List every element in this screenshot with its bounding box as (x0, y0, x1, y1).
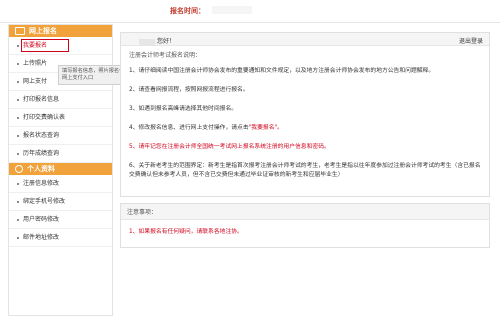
section-online-registration: 网上报名 (9, 25, 112, 37)
divider (0, 22, 500, 23)
bullet-icon (17, 134, 19, 137)
sidebar-item-label: 网上支付 (23, 78, 48, 85)
notice-item-3: 3、如遇到报名高峰请选择其他时间报名。 (129, 106, 238, 112)
section-personal-info: 个人资料 (9, 163, 112, 175)
monitor-icon (15, 27, 25, 35)
registration-time-value (212, 6, 252, 14)
registration-menu: 我要报名 上传照片 网上支付 打印报名信息 打印交费确认表 报名状态查询 历年成… (9, 37, 112, 163)
sidebar-item-edit-email[interactable]: 邮件地址修改 (9, 229, 112, 247)
notice-item-2: 2、请查看网报流程，按照网报流程进行报名。 (129, 87, 249, 93)
bullet-icon (17, 236, 19, 239)
main-content: 您好！ 退出登录 注册会计师考试报名说明： 1、请仔细阅读中国注册会计师协会发布… (120, 32, 490, 312)
sidebar-item-status-query[interactable]: 报名状态查询 (9, 127, 112, 145)
bullet-icon (17, 80, 19, 83)
sidebar-item-label: 邮件地址修改 (23, 234, 60, 241)
top-bar: 报名时间： (0, 0, 500, 22)
notice-body: 注册会计师考试报名说明： 1、请仔细阅读中国注册会计师协会发布的重要通知和文件规… (121, 46, 489, 196)
sidebar-item-edit-password[interactable]: 用户密码修改 (9, 211, 112, 229)
bullet-icon (17, 152, 19, 155)
notice-card: 您好！ 退出登录 注册会计师考试报名说明： 1、请仔细阅读中国注册会计师协会发布… (120, 32, 490, 197)
notice-item-1: 1、请仔细阅读中国注册会计师协会发布的重要通知和文件规定，以及地方注册会计师协会… (129, 68, 435, 74)
sidebar-item-register[interactable]: 我要报名 (9, 37, 112, 55)
notice-item-5: 5、请牢记您在注册会计师全国统一考试网上报名系统注册的用户信息和密码。 (129, 144, 330, 150)
sidebar-item-label: 绑定手机号修改 (23, 198, 66, 205)
notice-item-6: 6、关于新老考生的范围界定：新考生是指首次报考注册会计师考试的考生，老考生是指以… (129, 163, 481, 178)
section-title: 网上报名 (29, 27, 57, 35)
bullet-icon (17, 218, 19, 221)
notice-item-4: 4、修改报名信息、进行网上支付操作，请点击"我要报名"。 (129, 124, 481, 133)
personal-menu: 注册信息修改 绑定手机号修改 用户密码修改 邮件地址修改 (9, 175, 112, 247)
sidebar-item-label: 报名状态查询 (23, 132, 60, 139)
sidebar-item-label: 用户密码修改 (23, 216, 60, 223)
bullet-icon (17, 98, 19, 101)
bullet-icon (17, 182, 19, 185)
bullet-icon (17, 116, 19, 119)
bullet-icon (17, 200, 19, 203)
notice-item-4-text: 4、修改报名信息、进行网上支付操作，请点击 (129, 125, 249, 131)
sidebar-item-label: 历年成绩查询 (23, 150, 60, 157)
bullet-icon (17, 62, 19, 65)
registration-time-label: 报名时间： (170, 7, 205, 15)
register-link[interactable]: "我要报名"。 (249, 125, 283, 131)
sidebar-item-edit-registration[interactable]: 注册信息修改 (9, 175, 112, 193)
sidebar-item-label: 上传照片 (23, 60, 48, 67)
highlight-box (21, 39, 69, 52)
notes-item-1: 1、如果报名有任何疑问，请联系各地注协。 (129, 229, 243, 235)
notes-card: 注意事项： 1、如果报名有任何疑问，请联系各地注协。 (120, 203, 490, 248)
greeting-text: 您好！ (157, 38, 176, 45)
sidebar-item-label: 注册信息修改 (23, 180, 60, 187)
username (139, 38, 155, 45)
section-title: 个人资料 (27, 165, 55, 173)
logout-link[interactable]: 退出登录 (459, 36, 483, 45)
bullet-icon (17, 44, 19, 47)
sidebar-item-print-info[interactable]: 打印报名信息 (9, 91, 112, 109)
sidebar-item-label: 打印报名信息 (23, 96, 60, 103)
sidebar-item-print-payment-confirm[interactable]: 打印交费确认表 (9, 109, 112, 127)
sidebar-item-label: 打印交费确认表 (23, 114, 66, 121)
user-icon (15, 165, 23, 173)
greeting: 您好！ (139, 36, 175, 45)
notice-title: 注册会计师考试报名说明： (129, 52, 202, 59)
sidebar-item-score-query[interactable]: 历年成绩查询 (9, 145, 112, 163)
notes-title: 注意事项： (121, 204, 489, 220)
card-header: 您好！ 退出登录 (121, 33, 489, 46)
sidebar-item-edit-phone[interactable]: 绑定手机号修改 (9, 193, 112, 211)
